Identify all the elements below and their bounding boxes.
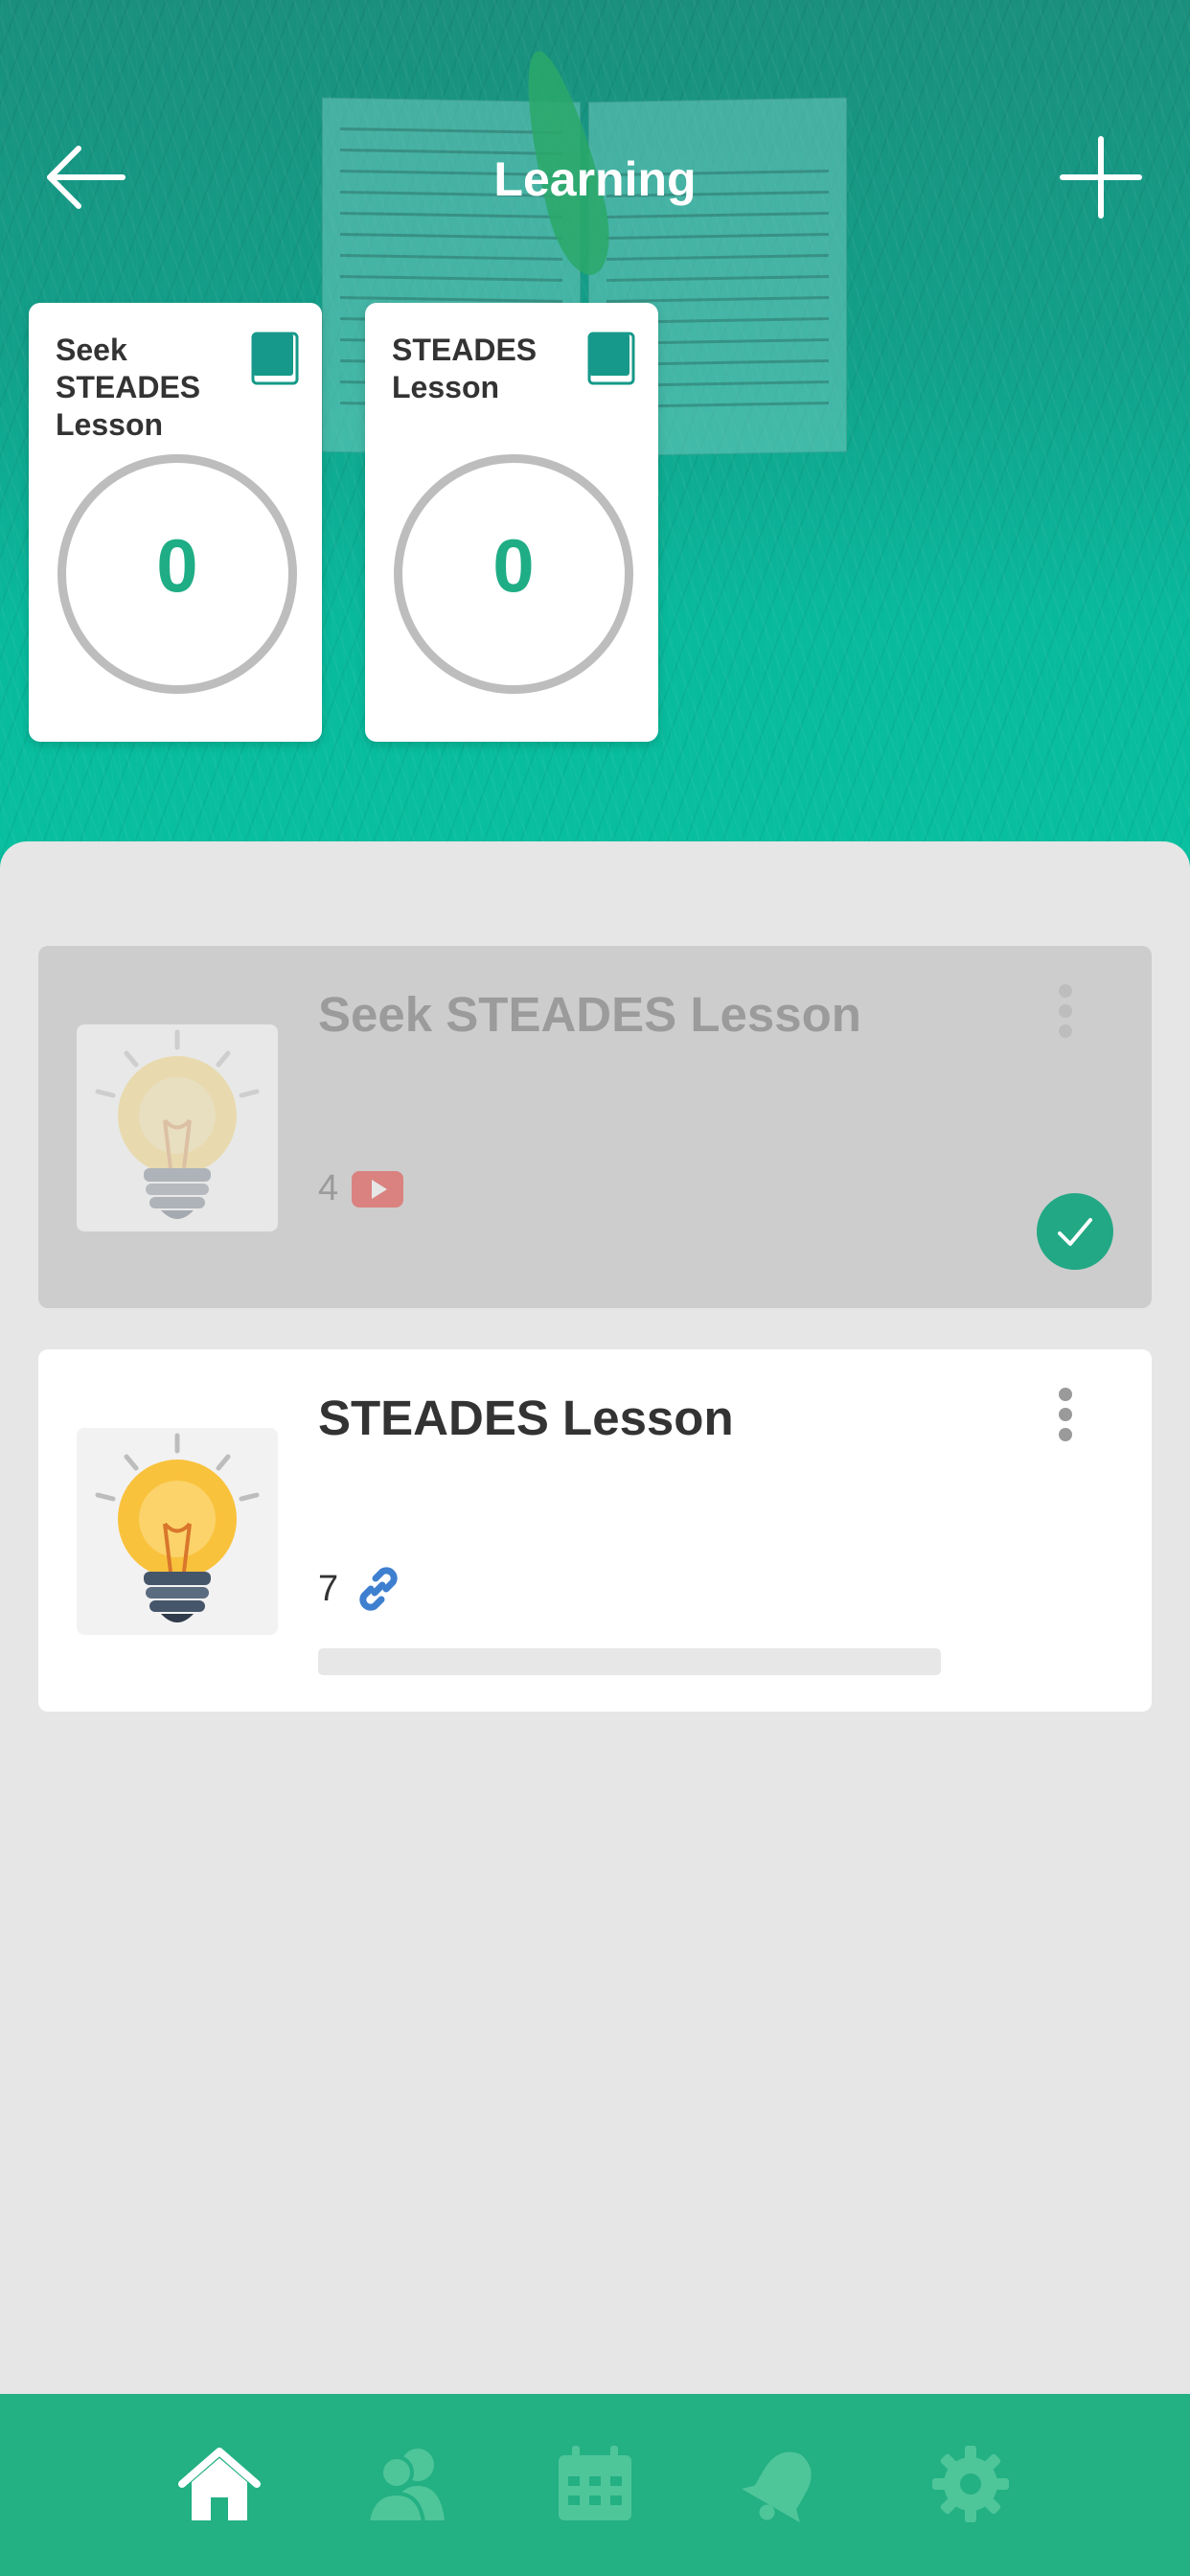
nav-notifications[interactable]: [689, 2444, 877, 2536]
lesson-title: STEADES Lesson: [318, 1391, 734, 1445]
lesson-item-steades[interactable]: STEADES Lesson 7: [38, 1349, 1152, 1712]
link-icon: [359, 1567, 398, 1611]
plus-icon: [1060, 136, 1142, 218]
lesson-thumbnail: [77, 1024, 278, 1231]
add-button[interactable]: [1058, 134, 1144, 220]
progress-ring: 0: [394, 454, 633, 694]
lesson-progress-bar: [318, 1648, 941, 1675]
book-icon: [587, 332, 635, 385]
dot: [1059, 1004, 1072, 1018]
check-icon: [1058, 1218, 1092, 1246]
calendar-icon: [559, 2446, 631, 2520]
header-banner: Learning Seek STEADES Lesson 0 STEADES L…: [0, 0, 1190, 882]
progress-ring: 0: [57, 454, 297, 694]
summary-card-title: STEADES Lesson: [392, 333, 538, 404]
video-icon: [352, 1170, 404, 1208]
dot: [1059, 1408, 1072, 1421]
nav-settings[interactable]: [877, 2444, 1064, 2536]
summary-card-steades[interactable]: STEADES Lesson 0: [365, 303, 658, 742]
lesson-thumbnail: [77, 1428, 278, 1635]
dot: [1059, 1388, 1072, 1401]
lesson-list-panel: Seek STEADES Lesson 4 STEADES Lesson 7: [0, 841, 1190, 2394]
lightbulb-icon: [95, 1433, 260, 1622]
nav-contacts[interactable]: [313, 2444, 501, 2536]
completed-check-badge: [1037, 1193, 1113, 1270]
home-icon: [178, 2448, 261, 2520]
dot: [1059, 1428, 1072, 1441]
summary-count: 0: [492, 522, 535, 608]
nav-calendar[interactable]: [501, 2444, 689, 2536]
users-icon: [365, 2449, 445, 2524]
lesson-meta: 4: [318, 1168, 404, 1209]
book-icon: [251, 332, 299, 385]
lesson-more-button[interactable]: [1054, 1388, 1077, 1449]
bottom-navigation: [0, 2394, 1190, 2576]
summary-card-seek-steades[interactable]: Seek STEADES Lesson 0: [29, 303, 322, 742]
gear-icon: [932, 2446, 1009, 2522]
dot: [1059, 984, 1072, 998]
summary-card-title: Seek STEADES Lesson: [56, 333, 201, 442]
lesson-meta: 7: [318, 1562, 405, 1616]
lesson-item-seek-steades[interactable]: Seek STEADES Lesson 4: [38, 946, 1152, 1308]
lesson-title: Seek STEADES Lesson: [318, 987, 861, 1042]
lesson-item-count: 7: [318, 1568, 339, 1609]
nav-home[interactable]: [126, 2444, 313, 2536]
bell-icon: [742, 2451, 812, 2523]
dot: [1059, 1024, 1072, 1038]
summary-count: 0: [156, 522, 198, 608]
lightbulb-icon: [95, 1029, 260, 1219]
page-title: Learning: [493, 152, 697, 206]
lesson-more-button[interactable]: [1054, 984, 1077, 1046]
lesson-item-count: 4: [318, 1168, 339, 1208]
